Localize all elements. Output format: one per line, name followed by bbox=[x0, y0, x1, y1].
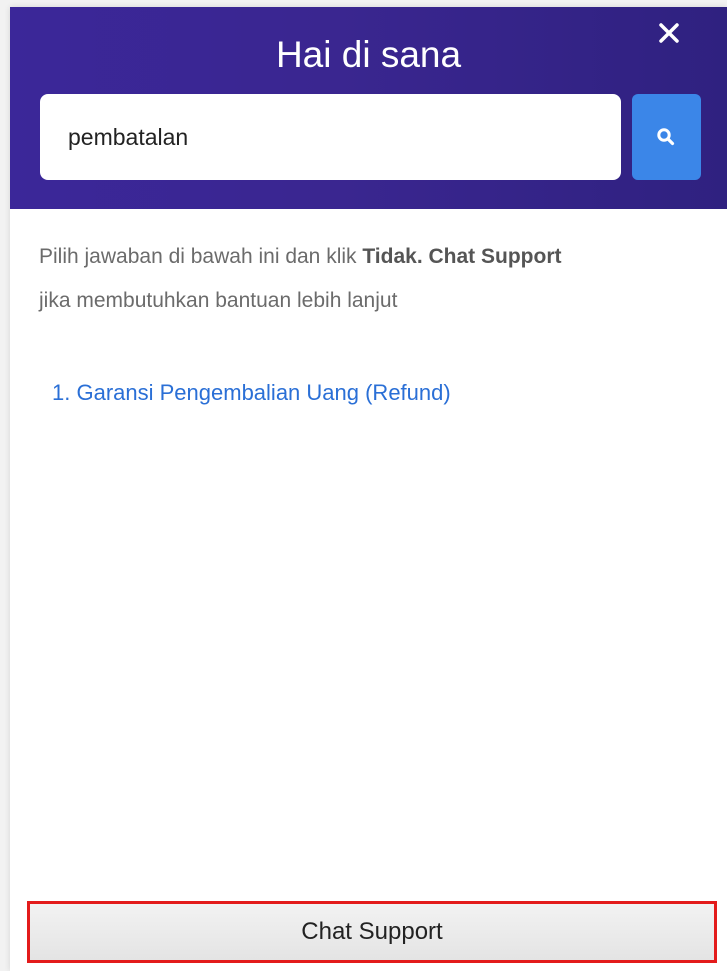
search-input[interactable] bbox=[40, 94, 621, 180]
widget-title: Hai di sana bbox=[275, 34, 462, 75]
instructions-text: Pilih jawaban di bawah ini dan klik Tida… bbox=[39, 235, 709, 323]
result-link[interactable]: Garansi Pengembalian Uang (Refund) bbox=[76, 380, 450, 405]
widget-header: Hai di sana bbox=[10, 7, 727, 209]
chat-support-label: Chat Support bbox=[301, 918, 443, 945]
chat-support-button[interactable]: Chat Support bbox=[27, 901, 717, 963]
instructions-suffix: jika membutuhkan bantuan lebih lanjut bbox=[39, 289, 398, 312]
instructions-prefix: Pilih jawaban di bawah ini dan klik bbox=[39, 245, 363, 268]
close-button[interactable] bbox=[655, 19, 685, 49]
search-button[interactable] bbox=[632, 94, 701, 180]
instructions-bold: Tidak. Chat Support bbox=[362, 245, 562, 268]
results-list: 1. Garansi Pengembalian Uang (Refund) bbox=[52, 377, 451, 409]
result-item[interactable]: 1. Garansi Pengembalian Uang (Refund) bbox=[52, 377, 451, 409]
help-widget: Hai di sana Pilih jawaban di bawah ini d… bbox=[10, 7, 727, 971]
close-icon bbox=[655, 19, 685, 49]
result-number: 1. bbox=[52, 380, 71, 405]
